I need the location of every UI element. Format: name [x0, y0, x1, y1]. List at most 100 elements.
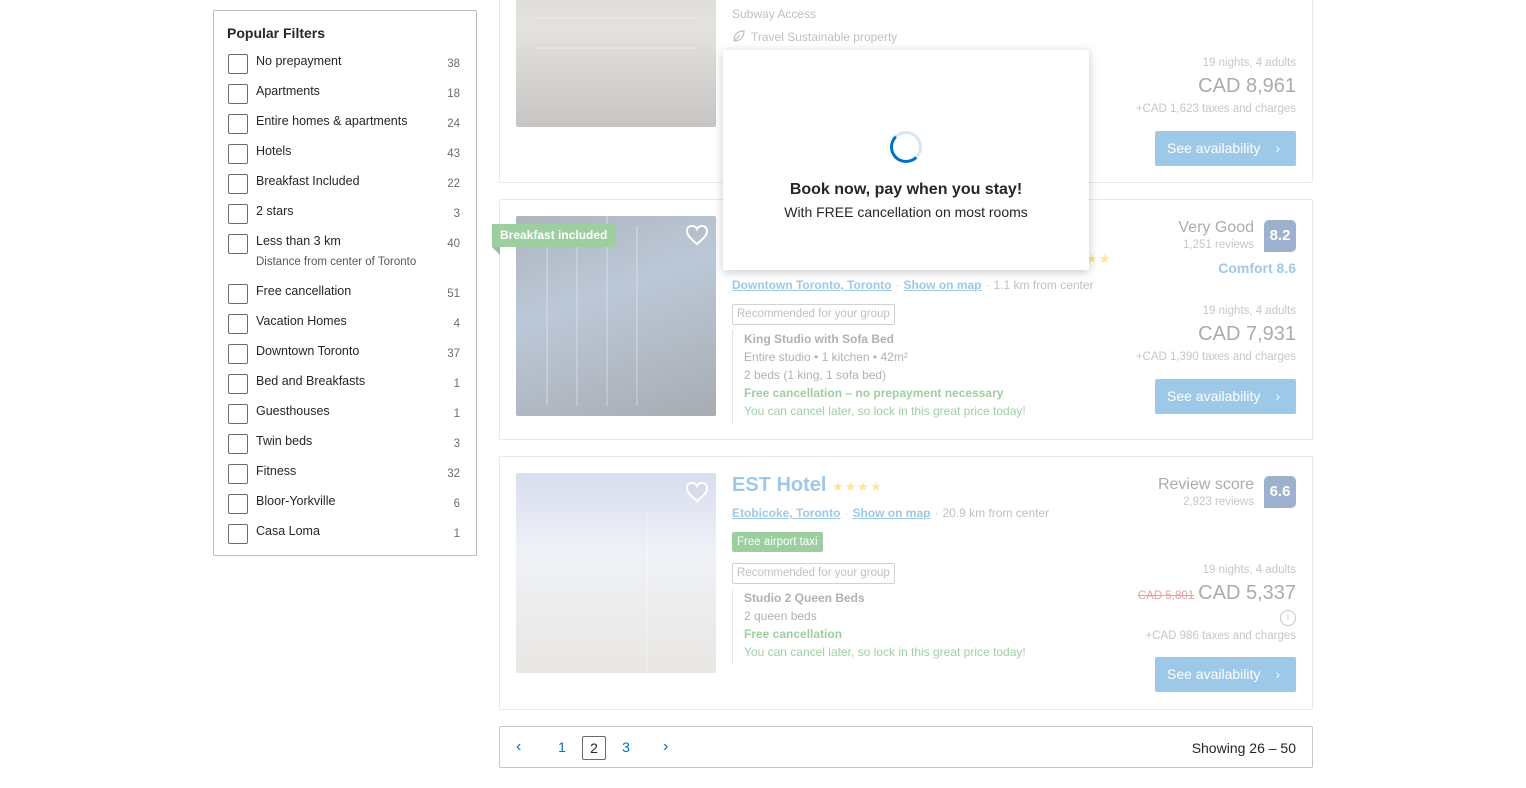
filter-checkbox[interactable]	[228, 54, 248, 74]
filter-checkbox[interactable]	[228, 464, 248, 484]
filter-option[interactable]: Hotels 43	[227, 143, 476, 173]
filter-option[interactable]: Vacation Homes 4	[227, 313, 476, 343]
filter-count: 51	[447, 288, 460, 300]
filter-label: Less than 3 km	[256, 234, 341, 248]
filter-option[interactable]: Casa Loma 1	[227, 523, 476, 553]
page-1-link[interactable]: 1	[550, 736, 574, 760]
chevron-right-icon: ›	[1275, 140, 1280, 156]
show-on-map-link[interactable]: Show on map	[852, 506, 930, 520]
room-info: Studio 2 Queen Beds 2 queen beds Free ca…	[744, 591, 1026, 659]
page-3-link[interactable]: 3	[614, 736, 638, 760]
pagination: ‹ 1 2 3 › Showing 26 – 50	[499, 726, 1313, 768]
see-availability-button[interactable]: See availability ›	[1155, 657, 1296, 692]
area-link[interactable]: Etobicoke, Toronto	[732, 506, 840, 520]
property-photo[interactable]	[516, 0, 716, 127]
chevron-right-icon: ›	[1275, 666, 1280, 682]
star-rating: ★★	[1086, 251, 1112, 266]
taxes-text: +CAD 1,390 taxes and charges	[1135, 351, 1296, 363]
filter-checkbox[interactable]	[228, 204, 248, 224]
see-availability-button[interactable]: See availability ›	[1155, 131, 1296, 166]
filter-checkbox[interactable]	[228, 144, 248, 164]
amenity-text: Subway Access	[732, 7, 817, 21]
filter-option[interactable]: Guesthouses 1	[227, 403, 476, 433]
filter-label: Free cancellation	[256, 284, 352, 298]
filter-checkbox[interactable]	[228, 494, 248, 514]
filter-label: No prepayment	[256, 54, 342, 68]
loading-spinner-icon	[890, 131, 922, 163]
filter-option[interactable]: Apartments 18	[227, 83, 476, 113]
filter-checkbox[interactable]	[228, 114, 248, 134]
filter-option[interactable]: Twin beds 3	[227, 433, 476, 463]
filter-label: Bloor-Yorkville	[256, 494, 336, 508]
filter-count: 38	[447, 58, 460, 70]
filter-label: Downtown Toronto	[256, 344, 360, 358]
filters-title: Popular Filters	[227, 25, 326, 41]
filter-checkbox[interactable]	[228, 434, 248, 454]
location-line: Etobicoke, Toronto · Show on map · 20.9 km f…	[732, 506, 1050, 520]
filter-count: 4	[453, 318, 460, 330]
filter-sublabel: Distance from center of Toronto	[256, 256, 417, 268]
filter-checkbox[interactable]	[228, 404, 248, 424]
see-availability-button[interactable]: See availability ›	[1155, 379, 1296, 414]
recommended-tag: Recommended for your group	[732, 563, 895, 584]
filter-checkbox[interactable]	[228, 234, 248, 254]
property-photo[interactable]	[516, 473, 716, 673]
filter-list: No prepayment 38 Apartments 18 Entire homes …	[227, 53, 476, 553]
taxes-text: +CAD 1,623 taxes and charges	[1135, 103, 1296, 115]
filter-option[interactable]: No prepayment 38	[227, 53, 476, 83]
comfort-score: Comfort 8.6	[1218, 260, 1296, 276]
heart-icon[interactable]	[685, 481, 709, 503]
price-info[interactable]: i	[1280, 607, 1296, 626]
property-card: EST Hotel ★★★★ Review score 2,923 review…	[499, 456, 1313, 710]
filter-count: 1	[453, 528, 460, 540]
popular-filters-panel: Popular Filters No prepayment 38 Apartment…	[213, 10, 477, 556]
recommended-tag: Recommended for your group	[732, 304, 895, 325]
filter-option[interactable]: Bloor-Yorkville 6	[227, 493, 476, 523]
filter-option[interactable]: Breakfast Included 22	[227, 173, 476, 203]
next-page-button[interactable]: ›	[663, 738, 668, 756]
filter-count: 18	[447, 88, 460, 100]
filter-count: 43	[447, 148, 460, 160]
filter-checkbox[interactable]	[228, 374, 248, 394]
sustainable-label: Travel Sustainable property	[732, 29, 897, 45]
filter-label: Casa Loma	[256, 524, 320, 538]
filter-checkbox[interactable]	[228, 174, 248, 194]
info-icon[interactable]: i	[1280, 610, 1296, 626]
filter-option[interactable]: Bed and Breakfasts 1	[227, 373, 476, 403]
hotel-name-link[interactable]: EST Hotel	[732, 473, 826, 497]
filter-count: 37	[447, 348, 460, 360]
price-line: CAD 5,801 CAD 5,337	[1138, 581, 1296, 605]
filter-checkbox[interactable]	[228, 284, 248, 304]
filter-label: Twin beds	[256, 434, 313, 448]
filter-count: 3	[453, 208, 460, 220]
pay-at-property-popup: Book now, pay when you stay! With FREE c…	[723, 50, 1089, 270]
filter-option[interactable]: Downtown Toronto 37	[227, 343, 476, 373]
original-price: CAD 5,801	[1137, 590, 1195, 602]
review-score-badge: 8.2	[1264, 220, 1296, 252]
filter-checkbox[interactable]	[228, 84, 248, 104]
filter-label: Guesthouses	[256, 404, 330, 418]
filter-option[interactable]: Free cancellation 51	[227, 283, 476, 313]
filter-count: 1	[453, 378, 460, 390]
filter-option[interactable]: Less than 3 km Distance from center of To…	[227, 233, 476, 283]
filter-label: Entire homes & apartments	[256, 114, 408, 128]
price: CAD 7,931	[1198, 323, 1296, 345]
filter-count: 3	[453, 438, 460, 450]
filter-option[interactable]: 2 stars 3	[227, 203, 476, 233]
price: CAD 5,337	[1198, 582, 1296, 604]
breakfast-included-ribbon: Breakfast included	[492, 224, 616, 255]
filter-label: Vacation Homes	[256, 314, 347, 328]
show-on-map-link[interactable]: Show on map	[904, 278, 982, 292]
previous-page-button[interactable]: ‹	[516, 738, 521, 756]
filter-option[interactable]: Entire homes & apartments 24	[227, 113, 476, 143]
filter-checkbox[interactable]	[228, 524, 248, 544]
filter-count: 40	[447, 238, 460, 250]
filter-checkbox[interactable]	[228, 344, 248, 364]
filter-count: 1	[453, 408, 460, 420]
area-link[interactable]: Downtown Toronto, Toronto	[732, 278, 892, 292]
filter-option[interactable]: Fitness 32	[227, 463, 476, 493]
filter-count: 6	[453, 498, 460, 510]
filter-checkbox[interactable]	[228, 314, 248, 334]
heart-icon[interactable]	[685, 224, 709, 246]
room-info: King Studio with Sofa Bed Entire studio …	[744, 332, 1026, 418]
